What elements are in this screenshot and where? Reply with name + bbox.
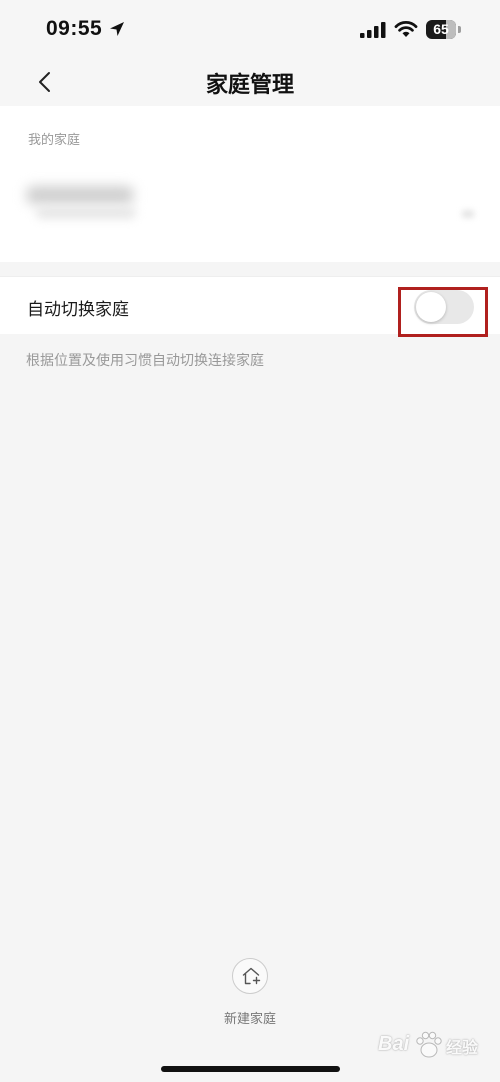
location-arrow-icon bbox=[110, 22, 124, 36]
battery-level: 65 bbox=[433, 21, 449, 37]
my-homes-label: 我的家庭 bbox=[28, 133, 81, 148]
auto-switch-hint: 根据位置及使用习惯自动切换连接家庭 bbox=[26, 353, 264, 369]
status-bar: 09:55 65 bbox=[0, 0, 500, 58]
baidu-watermark: Bai 经验 bbox=[376, 1024, 494, 1064]
home-indicator bbox=[161, 1066, 340, 1072]
auto-switch-label: 自动切换家庭 bbox=[27, 300, 129, 320]
homes-card: 我的家庭 bbox=[0, 106, 500, 262]
battery-icon: 65 bbox=[426, 20, 462, 39]
battery-body: 65 bbox=[426, 20, 456, 39]
home-name-redacted bbox=[26, 186, 134, 204]
highlight-box bbox=[398, 287, 488, 337]
battery-cap bbox=[458, 26, 461, 33]
new-home-button[interactable]: 新建家庭 bbox=[200, 954, 300, 1034]
page-title: 家庭管理 bbox=[205, 73, 294, 98]
home-add-icon bbox=[242, 967, 261, 985]
home-list-item[interactable] bbox=[0, 166, 500, 242]
cellular-signal-icon bbox=[360, 22, 386, 38]
nav-bar: 家庭管理 bbox=[0, 58, 500, 106]
status-time: 09:55 bbox=[46, 17, 103, 40]
new-home-icon-circle bbox=[232, 958, 268, 994]
chevron-right-icon bbox=[462, 210, 474, 218]
paw-icon bbox=[416, 1031, 442, 1058]
watermark-text-cn: 经验 bbox=[446, 1038, 479, 1057]
new-home-label: 新建家庭 bbox=[223, 1012, 276, 1027]
wifi-icon bbox=[394, 21, 418, 37]
home-subtitle-redacted bbox=[36, 208, 136, 218]
watermark-text: Bai bbox=[378, 1033, 410, 1055]
auto-switch-row: 自动切换家庭 bbox=[0, 276, 500, 337]
